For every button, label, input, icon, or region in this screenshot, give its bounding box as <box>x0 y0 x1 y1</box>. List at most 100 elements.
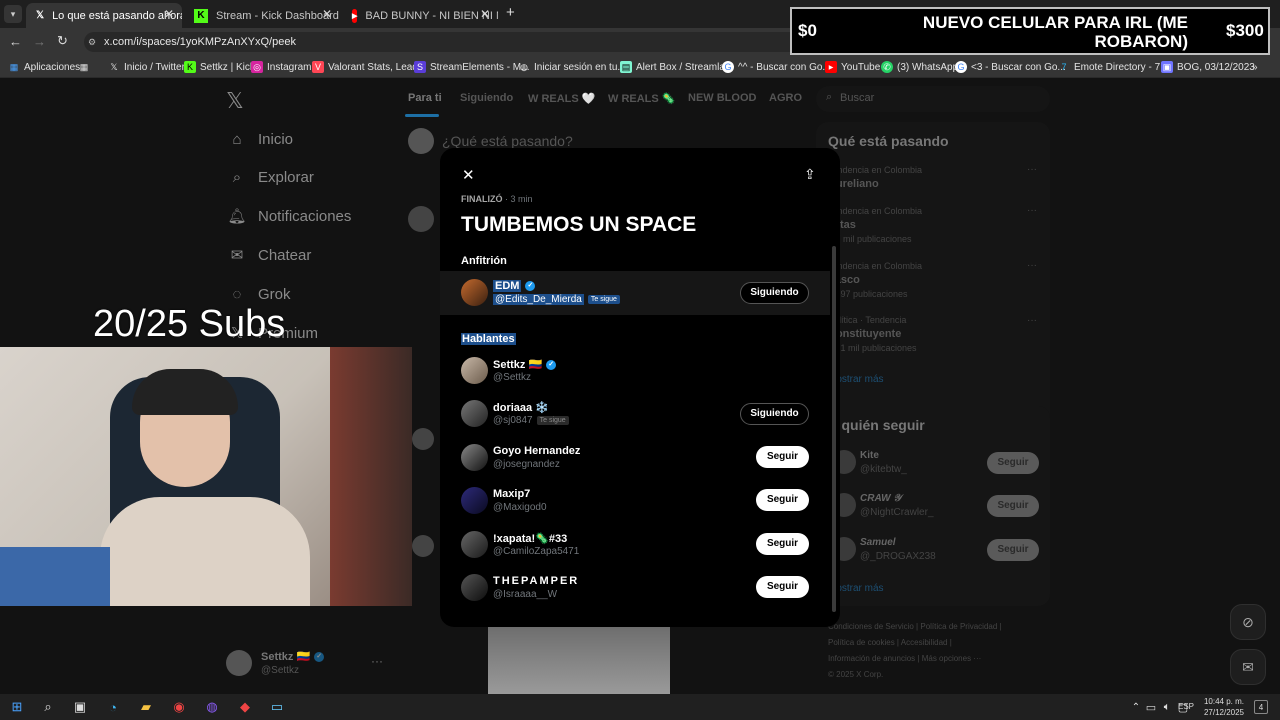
bookmark-google-2[interactable]: G <3 - Buscar con Go... <box>955 59 1066 75</box>
suggestion-name[interactable]: Kite <box>860 450 879 461</box>
app-icon[interactable]: ▭ <box>268 698 286 716</box>
bookmark-valorant[interactable]: V Valorant Stats, Lead... <box>312 59 426 75</box>
close-icon[interactable]: ✕ <box>462 166 475 184</box>
follow-button[interactable]: Seguir <box>987 495 1039 517</box>
language-indicator[interactable]: ESP <box>1178 702 1194 711</box>
more-icon[interactable]: ··· <box>1027 205 1037 216</box>
close-tab-icon[interactable]: ✕ <box>322 7 332 21</box>
bookmark-emotes[interactable]: 7 Emote Directory - 7... <box>1058 59 1168 75</box>
following-button[interactable]: Siguiendo <box>740 403 809 425</box>
footer-link[interactable]: Política de Privacidad <box>920 622 997 631</box>
tab-w-reals-1[interactable]: W REALS 🤍 <box>528 92 595 105</box>
bookmark-bog[interactable]: ▣ BOG, 03/12/2023 <box>1161 59 1255 75</box>
close-tab-icon[interactable]: ✕ <box>164 7 174 21</box>
webcam-door <box>330 347 412 606</box>
app-icon[interactable]: ◆ <box>236 698 254 716</box>
suggestion-name[interactable]: CRAW 𝒴 <box>860 493 901 504</box>
tab-siguiendo[interactable]: Siguiendo <box>460 92 513 104</box>
speaker-row[interactable]: Settkz 🇨🇴 ✓ @Settkz <box>440 356 830 396</box>
more-icon[interactable]: ··· <box>1027 315 1037 326</box>
bookmark-grid[interactable]: ▦ <box>78 59 94 75</box>
chrome-icon[interactable]: ◉ <box>170 698 188 716</box>
footer-link[interactable]: Condiciones de Servicio <box>828 622 914 631</box>
goal-title: NUEVO CELULAR PARA IRL (ME ROBARON) <box>922 13 1188 51</box>
tab-w-reals-2[interactable]: W REALS 🦠 <box>608 92 675 105</box>
bookmark-twitter[interactable]: 𝕏 Inicio / Twitter <box>108 59 185 75</box>
bookmark-login[interactable]: ◍ Iniciar sesión en tu... <box>518 59 626 75</box>
speaker-row[interactable]: doriaaa ❄️ @sj0847 Te sigue Siguiendo <box>440 399 830 439</box>
footer-link[interactable]: Política de cookies <box>828 638 895 647</box>
tab-para-ti[interactable]: Para ti <box>408 92 442 104</box>
reload-icon[interactable]: ↻ <box>57 33 68 49</box>
tab-new-blood[interactable]: NEW BLOOD <box>688 92 756 104</box>
follow-button[interactable]: Seguir <box>756 533 809 555</box>
footer-link[interactable]: Más opciones ··· <box>922 654 982 663</box>
bookmark-streamelements[interactable]: S StreamElements - M... <box>414 59 529 75</box>
footer-link[interactable]: Accesibilidad <box>901 638 948 647</box>
modal-scrollbar[interactable] <box>832 246 836 612</box>
follow-button[interactable]: Seguir <box>756 489 809 511</box>
search-input[interactable]: ⌕ Buscar <box>816 86 1050 112</box>
bookmark-kick[interactable]: K Settkz | Kick <box>184 59 255 75</box>
speaker-name: Settkz 🇨🇴 <box>493 359 543 371</box>
more-icon[interactable]: ··· <box>1027 260 1037 271</box>
speaker-row[interactable]: Maxip7 @Maxigod0 Seguir <box>440 486 830 526</box>
following-button[interactable]: Siguiendo <box>740 282 809 304</box>
x-logo-icon[interactable]: 𝕏 <box>226 88 244 114</box>
host-row[interactable]: EDM ✓ @Edits_De_Mierda Te sigue Siguiendo <box>440 271 830 315</box>
bookmark-youtube[interactable]: ▶ YouTube <box>825 59 880 75</box>
bookmark-label: ^^ - Buscar con Go... <box>738 61 831 73</box>
bookmark-google-1[interactable]: G ^^ - Buscar con Go... <box>722 59 831 75</box>
file-explorer-icon[interactable]: ▰ <box>137 698 155 716</box>
nav-notifications[interactable]: 🔔︎ Notificaciones <box>227 204 351 228</box>
bookmark-whatsapp[interactable]: ✆ (3) WhatsApp <box>881 59 958 75</box>
footer-link[interactable]: Información de anuncios <box>828 654 915 663</box>
new-tab-button[interactable]: + <box>506 4 515 21</box>
tab-title: Stream - Kick Dashboard <box>216 9 339 22</box>
search-icon[interactable]: ⌕ <box>39 698 57 716</box>
browser-tab-kick[interactable]: K Stream - Kick Dashboard ✕ <box>184 3 340 28</box>
tab-search-button[interactable]: ▾ <box>4 5 22 23</box>
bookmark-apps[interactable]: ▦ Aplicaciones <box>8 59 80 75</box>
grok-fab[interactable]: ⊘ <box>1230 604 1266 640</box>
browser-tab-youtube[interactable]: ▶ BAD BUNNY - NI BIEN NI MAL ✕ <box>342 3 498 28</box>
follow-button[interactable]: Seguir <box>987 452 1039 474</box>
account-switcher[interactable]: Settkz 🇨🇴 ✓ @Settkz ··· <box>226 648 386 680</box>
nav-chat[interactable]: ✉ Chatear <box>228 243 312 267</box>
more-icon[interactable]: ··· <box>371 654 383 668</box>
obs-icon[interactable]: ◍ <box>203 698 221 716</box>
follow-button[interactable]: Seguir <box>756 576 809 598</box>
edge-icon[interactable]: ◔ <box>104 698 122 716</box>
bookmark-label: Iniciar sesión en tu... <box>534 61 626 73</box>
space-status: FINALIZÓ <box>461 194 503 204</box>
clock[interactable]: 10:44 p. m. 27/12/2025 <box>1198 696 1244 718</box>
url-input[interactable]: ⚙ x.com/i/spaces/1yoKMPzAnXYxQ/peek <box>84 32 804 52</box>
notification-center[interactable]: 4 <box>1254 700 1268 714</box>
share-icon[interactable]: ⇪ <box>804 166 816 183</box>
nav-explore[interactable]: ⌕ Explorar <box>228 165 314 189</box>
nav-home[interactable]: ⌂ Inicio <box>228 127 293 151</box>
speaker-row[interactable]: Goyo Hernandez @josegnandez Seguir <box>440 443 830 483</box>
stream-goal-banner: $0 NUEVO CELULAR PARA IRL (ME ROBARON) $… <box>790 7 1270 55</box>
bookmark-alertbox[interactable]: ▤ Alert Box / Streamla... <box>620 59 733 75</box>
compose-placeholder[interactable]: ¿Qué está pasando? <box>442 133 573 149</box>
site-info-icon[interactable]: ⚙ <box>88 32 96 52</box>
task-view-icon[interactable]: ▣ <box>71 698 89 716</box>
more-icon[interactable]: ··· <box>1027 164 1037 175</box>
trending-title: Qué está pasando <box>828 133 949 149</box>
follow-button[interactable]: Seguir <box>987 539 1039 561</box>
speaker-row[interactable]: THEPAMPER @Israaaa__W Seguir <box>440 573 830 613</box>
close-tab-icon[interactable]: ✕ <box>480 7 490 21</box>
windows-start-icon[interactable]: ⊞ <box>8 698 26 716</box>
bookmark-instagram[interactable]: ◎ Instagram <box>251 59 311 75</box>
speaker-row[interactable]: !xapata!🦠#33 @CamiloZapa5471 Seguir <box>440 530 830 570</box>
forward-icon[interactable]: → <box>33 34 46 49</box>
tab-agro[interactable]: AGRO <box>769 92 802 104</box>
back-icon[interactable]: ← <box>9 34 22 49</box>
browser-tab-x[interactable]: 𝕏 Lo que está pasando ahora: TU ✕ <box>26 3 182 28</box>
suggestion-name[interactable]: Samuel <box>860 537 896 548</box>
trend-context: Tendencia en Colombia <box>828 165 923 175</box>
follow-button[interactable]: Seguir <box>756 446 809 468</box>
bookmarks-overflow[interactable]: » <box>1252 59 1258 75</box>
messages-fab[interactable]: ✉ <box>1230 649 1266 685</box>
